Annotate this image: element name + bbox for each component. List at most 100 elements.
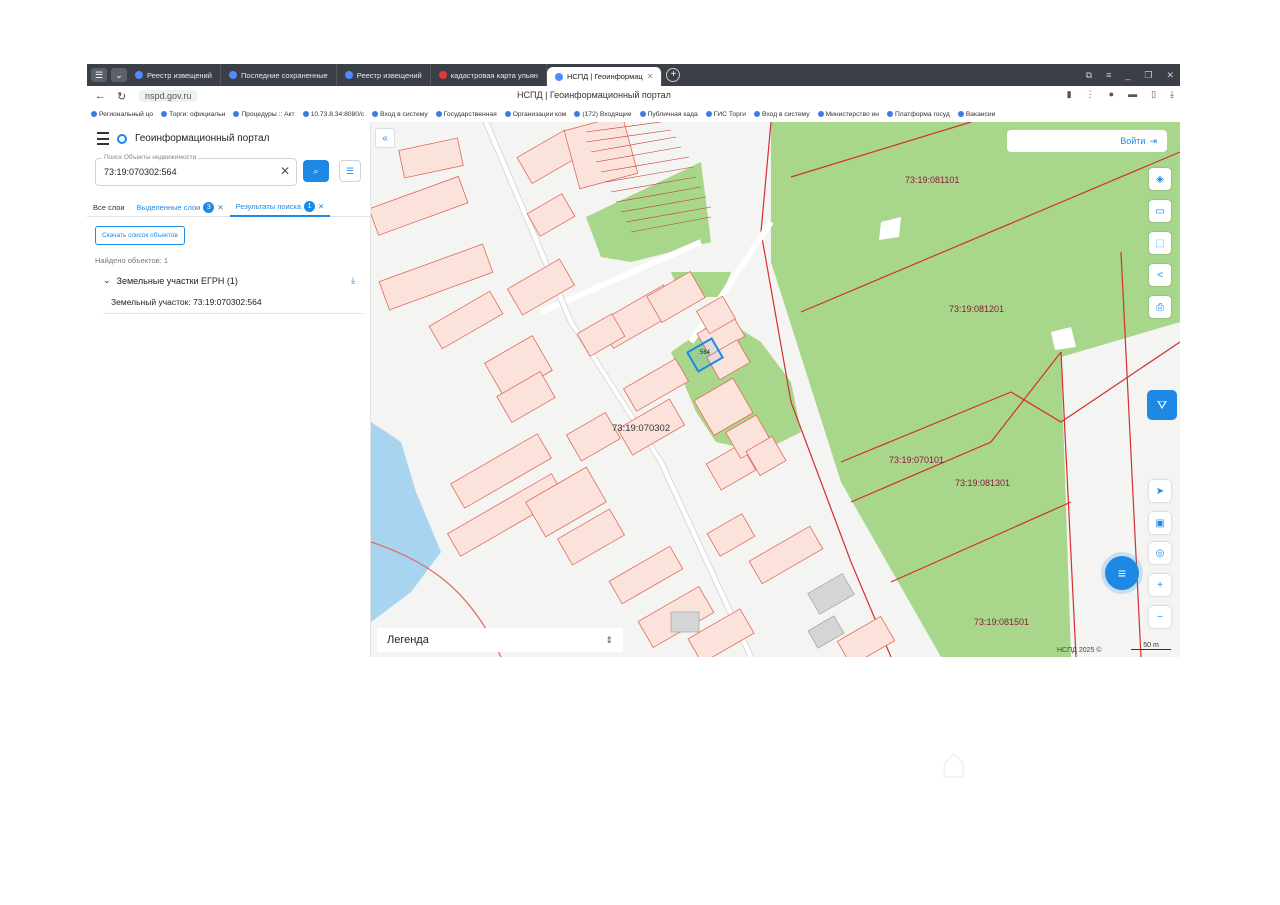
print-icon: ⎙ bbox=[1156, 301, 1164, 313]
group-label: Земельные участки ЕГРН (1) bbox=[116, 275, 238, 286]
bookmark-item[interactable]: Публичная када bbox=[636, 111, 702, 118]
browser-tab[interactable]: Реестр извещений bbox=[337, 64, 431, 86]
select-area-icon: ⬚ bbox=[1155, 237, 1165, 249]
browser-menu-icon[interactable]: ☰ bbox=[91, 68, 107, 82]
quarter-label: 73:19:070302 bbox=[612, 423, 671, 434]
chat-button[interactable]: ≡ bbox=[1105, 556, 1139, 590]
browser-tab-active[interactable]: НСПД | Геоинформац ✕ bbox=[546, 67, 663, 86]
favicon-icon bbox=[91, 111, 97, 117]
select-area-button[interactable]: ⬚ bbox=[1149, 232, 1171, 254]
favicon-icon bbox=[754, 111, 761, 117]
bookmark-item[interactable]: Процедуры :: Акт bbox=[229, 111, 298, 118]
restore-icon[interactable]: ❐ bbox=[1144, 70, 1152, 81]
login-icon: ⇥ bbox=[1149, 135, 1157, 146]
filter-button[interactable]: ☰ bbox=[339, 160, 361, 182]
bookmark-item[interactable]: Торги: официальн bbox=[157, 111, 229, 118]
bookmarks-bar: Региональный цо Торги: официальн Процеду… bbox=[87, 106, 1180, 123]
bookmark-item[interactable]: Государственная bbox=[432, 111, 501, 118]
extension-icon[interactable]: ● bbox=[1109, 89, 1114, 100]
tab-selected-layers[interactable]: Выделенные слои 3 ✕ bbox=[131, 198, 230, 216]
minimap-icon: ▣ bbox=[1155, 517, 1165, 529]
result-group[interactable]: ⌄ Земельные участки ЕГРН (1) ⤓ bbox=[103, 275, 355, 286]
new-tab-button[interactable]: + bbox=[666, 68, 681, 82]
download-icon[interactable]: ⤓ bbox=[1170, 89, 1174, 100]
bookmark-item[interactable]: Региональный цо bbox=[87, 111, 157, 118]
bookmark-item[interactable]: ГИС Торги bbox=[702, 111, 750, 118]
panorama-button[interactable]: ⛛ bbox=[1147, 390, 1177, 420]
search-button[interactable]: ⌕ bbox=[303, 160, 329, 182]
print-button[interactable]: ⎙ bbox=[1149, 296, 1171, 318]
url-field[interactable]: nspd.gov.ru bbox=[139, 90, 198, 102]
browser-tab[interactable]: Последние сохраненные bbox=[221, 64, 337, 86]
collapse-panel-button[interactable]: « bbox=[375, 128, 395, 148]
plus-icon: + bbox=[1157, 579, 1163, 591]
download-icon[interactable]: ⤓ bbox=[351, 275, 355, 286]
more-icon[interactable]: ⋮ bbox=[1086, 89, 1095, 100]
zoom-in-button[interactable]: + bbox=[1149, 574, 1171, 596]
quarter-label: 73:19:081501 bbox=[974, 617, 1030, 627]
map-canvas bbox=[371, 122, 1180, 657]
result-item[interactable]: Земельный участок: 73:19:070302:564 bbox=[103, 290, 363, 314]
favicon-icon bbox=[554, 72, 563, 81]
filter-icon: ☰ bbox=[345, 165, 355, 176]
count-badge: 1 bbox=[304, 200, 316, 212]
parcel-number: 564 bbox=[700, 350, 711, 356]
bookmark-item[interactable]: (172) Входящие bbox=[570, 111, 635, 118]
browser-tab[interactable]: Реестр извещений bbox=[127, 64, 221, 86]
minimize-icon[interactable]: _ bbox=[1125, 70, 1130, 80]
hamburger-icon[interactable] bbox=[97, 132, 109, 145]
favicon-icon bbox=[957, 111, 964, 117]
quarter-label: 73:19:081301 bbox=[955, 478, 1011, 488]
page-title: НСПД | Геоинформационный портал bbox=[517, 90, 671, 100]
share-button[interactable]: < bbox=[1149, 264, 1171, 286]
favicon-icon bbox=[344, 71, 353, 79]
window-controls: ⧉ ≡ _ ❐ ✕ bbox=[1086, 64, 1174, 86]
browser-tab[interactable]: кадастровая карта ульян bbox=[431, 64, 547, 86]
close-tab-icon[interactable]: ✕ bbox=[647, 72, 654, 81]
favicon-icon bbox=[639, 111, 646, 117]
back-icon[interactable]: ← bbox=[95, 90, 109, 102]
reload-icon[interactable]: ↻ bbox=[117, 90, 131, 103]
bookmark-item[interactable]: Министерство ин bbox=[814, 111, 883, 118]
zoom-out-button[interactable]: − bbox=[1149, 606, 1171, 628]
close-icon[interactable]: ✕ bbox=[1166, 70, 1174, 81]
legend-bar[interactable]: Легенда ⇕ bbox=[377, 628, 623, 652]
share-icon: < bbox=[1157, 269, 1163, 281]
reader-icon[interactable]: ▯ bbox=[1151, 89, 1156, 100]
bookmark-item[interactable]: Вакансии bbox=[954, 111, 999, 118]
favicon-icon bbox=[135, 71, 143, 79]
bookmark-item[interactable]: Вход в систему bbox=[368, 111, 432, 118]
bookmark-item[interactable]: Вход в систему bbox=[750, 111, 814, 118]
clear-icon[interactable]: ✕ bbox=[280, 164, 290, 178]
close-icon[interactable]: ✕ bbox=[318, 202, 324, 211]
search-panel: Геоинформационный портал Поиск Объекты н… bbox=[87, 122, 371, 657]
bookmark-icon[interactable]: ▮ bbox=[1067, 89, 1072, 100]
chevron-down-icon[interactable]: ⌄ bbox=[111, 68, 127, 82]
layers-button[interactable]: ◈ bbox=[1149, 168, 1171, 190]
shield-icon[interactable]: ▬ bbox=[1128, 89, 1137, 100]
map-view[interactable]: 73:19:081101 73:19:081201 73:19:070101 7… bbox=[371, 122, 1180, 657]
close-icon[interactable]: ✕ bbox=[217, 203, 223, 212]
favicon-icon bbox=[886, 111, 893, 117]
menu-icon[interactable]: ≡ bbox=[1106, 70, 1111, 80]
ruler-button[interactable]: ▭ bbox=[1149, 200, 1171, 222]
chevron-updown-icon: ⇕ bbox=[605, 634, 613, 645]
quarter-label: 73:19:081201 bbox=[949, 304, 1005, 314]
bookmark-item[interactable]: Платформа госуд bbox=[883, 111, 954, 118]
minimap-button[interactable]: ▣ bbox=[1149, 512, 1171, 534]
locate-button[interactable]: ➤ bbox=[1149, 480, 1171, 502]
favicon-icon bbox=[574, 111, 581, 117]
favicon-icon bbox=[302, 111, 309, 117]
download-list-button[interactable]: Скачать список объектов bbox=[95, 226, 185, 245]
bookmark-item[interactable]: 10.73.8.34:8080/c bbox=[299, 111, 369, 118]
tab-search-results[interactable]: Результаты поиска 1 ✕ bbox=[229, 197, 331, 217]
login-button[interactable]: Войти ⇥ bbox=[1007, 130, 1167, 152]
portal-logo-icon bbox=[117, 133, 127, 144]
tab-bar: ☰ ⌄ Реестр извещений Последние сохраненн… bbox=[87, 64, 1180, 86]
search-input[interactable] bbox=[104, 167, 274, 177]
bookmark-icon[interactable]: ⧉ bbox=[1086, 70, 1092, 81]
bookmark-item[interactable]: Организации ком bbox=[501, 111, 571, 118]
favicon-icon bbox=[817, 111, 824, 117]
geo-button[interactable]: ◎ bbox=[1149, 542, 1171, 564]
tab-all-layers[interactable]: Все слои bbox=[87, 198, 131, 216]
